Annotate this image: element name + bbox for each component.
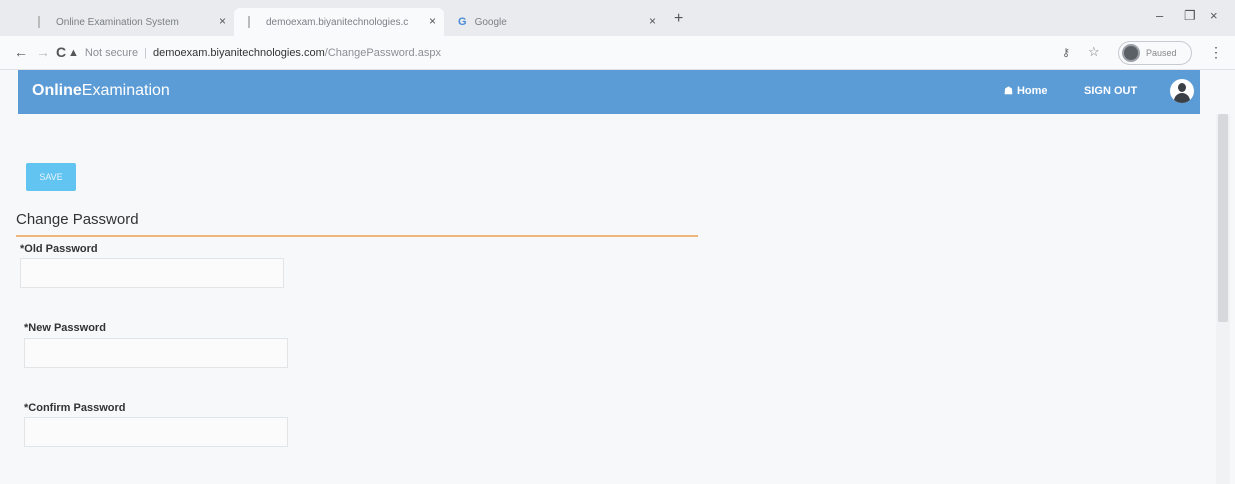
tab-close-icon[interactable]: × [429, 14, 436, 28]
user-avatar-icon[interactable] [1170, 79, 1194, 103]
brand-logo[interactable]: OnlineExamination [32, 82, 170, 100]
window-close-icon[interactable]: × [1210, 8, 1218, 23]
star-icon[interactable]: ☆ [1088, 44, 1100, 60]
new-password-label: *New Password [24, 322, 106, 334]
confirm-password-field[interactable] [24, 417, 288, 447]
url-host: demoexam.biyanitechnologies.com [152, 47, 325, 59]
tab-title: Google [474, 16, 507, 28]
profile-avatar [1122, 44, 1140, 62]
tab-title: demoexam.biyanitechnologies.c [266, 16, 409, 28]
page-scrollbar[interactable] [1216, 114, 1230, 484]
url-path: /ChangePassword.aspx [324, 47, 441, 59]
browser-tab-google[interactable]: G Google × [444, 8, 664, 36]
tab-close-icon[interactable]: × [649, 14, 656, 28]
minimize-icon[interactable]: – [1156, 8, 1163, 23]
restore-icon[interactable]: ❐ [1184, 8, 1196, 24]
tab-title: Online Examination System [56, 16, 179, 28]
save-button[interactable]: SAVE [26, 163, 76, 191]
profile-status: Paused [1146, 48, 1177, 58]
title-divider [16, 235, 698, 237]
old-password-field[interactable] [20, 258, 284, 288]
avatar-head [1178, 83, 1186, 92]
app-header: OnlineExamination ☗ Home SIGN OUT [18, 70, 1200, 114]
back-icon[interactable]: ← [14, 44, 28, 60]
reload-icon[interactable]: C [56, 44, 66, 60]
page-title: Change Password [16, 211, 139, 228]
page-icon [38, 16, 48, 28]
menu-icon[interactable]: ⋮ [1209, 44, 1223, 61]
new-password-field[interactable] [24, 338, 288, 368]
warning-icon: ▲ [68, 47, 79, 59]
brand-bold: Online [32, 82, 82, 99]
home-icon: ☗ [1004, 85, 1013, 97]
profile-button[interactable]: Paused [1118, 41, 1192, 65]
brand-rest: Examination [81, 82, 170, 99]
browser-tab-demoexam[interactable]: demoexam.biyanitechnologies.c × [234, 8, 444, 36]
avatar-body [1174, 93, 1190, 103]
scrollbar-thumb[interactable] [1218, 114, 1228, 322]
tab-close-icon[interactable]: × [219, 14, 226, 28]
browser-tab-exam[interactable]: Online Examination System × [24, 8, 234, 36]
old-password-label: *Old Password [20, 243, 98, 255]
new-tab-icon[interactable]: + [674, 10, 683, 28]
security-label: Not secure [84, 47, 139, 59]
forward-icon[interactable]: → [36, 44, 50, 60]
home-label: Home [1016, 85, 1048, 97]
url-bar[interactable]: ▲ Not secure | demoexam.biyanitechnologi… [68, 41, 1068, 65]
address-bar-row: ← → C ▲ Not secure | demoexam.biyanitech… [0, 36, 1235, 70]
url-separator: | [144, 47, 147, 59]
page-icon [248, 16, 258, 28]
google-icon: G [458, 16, 467, 28]
confirm-password-label: *Confirm Password [24, 402, 126, 414]
key-icon[interactable]: ⚷ [1062, 46, 1070, 59]
home-link[interactable]: ☗ Home [1004, 85, 1048, 97]
browser-tab-strip: Online Examination System × demoexam.biy… [0, 0, 1235, 36]
sign-out-link[interactable]: SIGN OUT [1084, 85, 1137, 97]
